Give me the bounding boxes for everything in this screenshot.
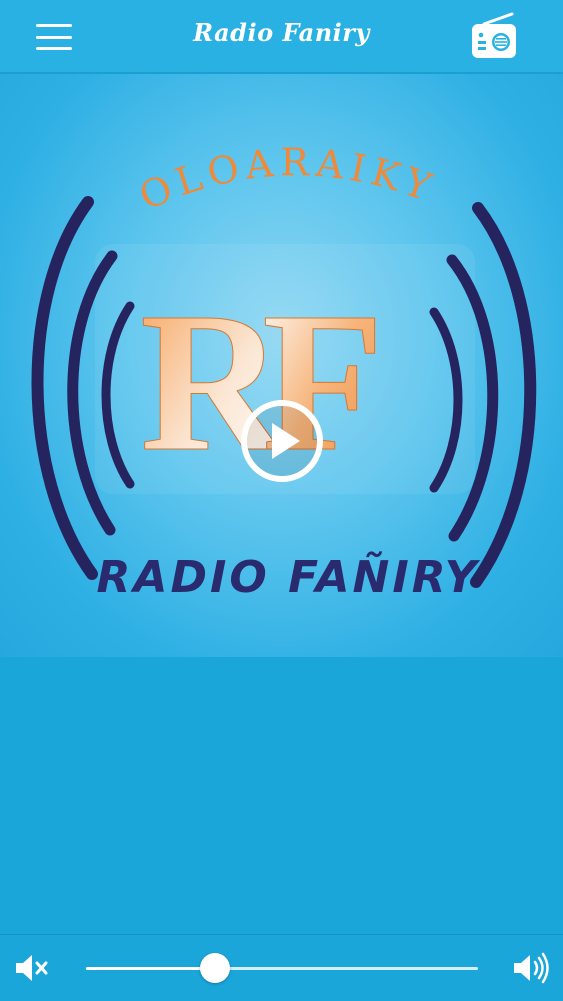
- arc-text: OLOARAIKY: [133, 140, 442, 218]
- volume-thumb[interactable]: [200, 953, 231, 983]
- radio-icon[interactable]: [468, 12, 520, 64]
- top-app-bar: Radio Faniry: [0, 0, 563, 74]
- volume-icon[interactable]: [510, 951, 552, 985]
- station-logo: OLOARAIKY R F RADIO FAÑIRY: [31, 140, 537, 603]
- play-icon: [241, 400, 323, 482]
- volume-slider[interactable]: [86, 953, 478, 983]
- station-artwork: OLOARAIKY R F RADIO FAÑIRY: [0, 74, 563, 657]
- volume-fill: [86, 967, 216, 970]
- mute-icon[interactable]: [12, 951, 52, 985]
- station-text: RADIO FAÑIRY: [97, 550, 481, 603]
- play-button[interactable]: [238, 397, 326, 485]
- player-bar: [0, 934, 563, 1001]
